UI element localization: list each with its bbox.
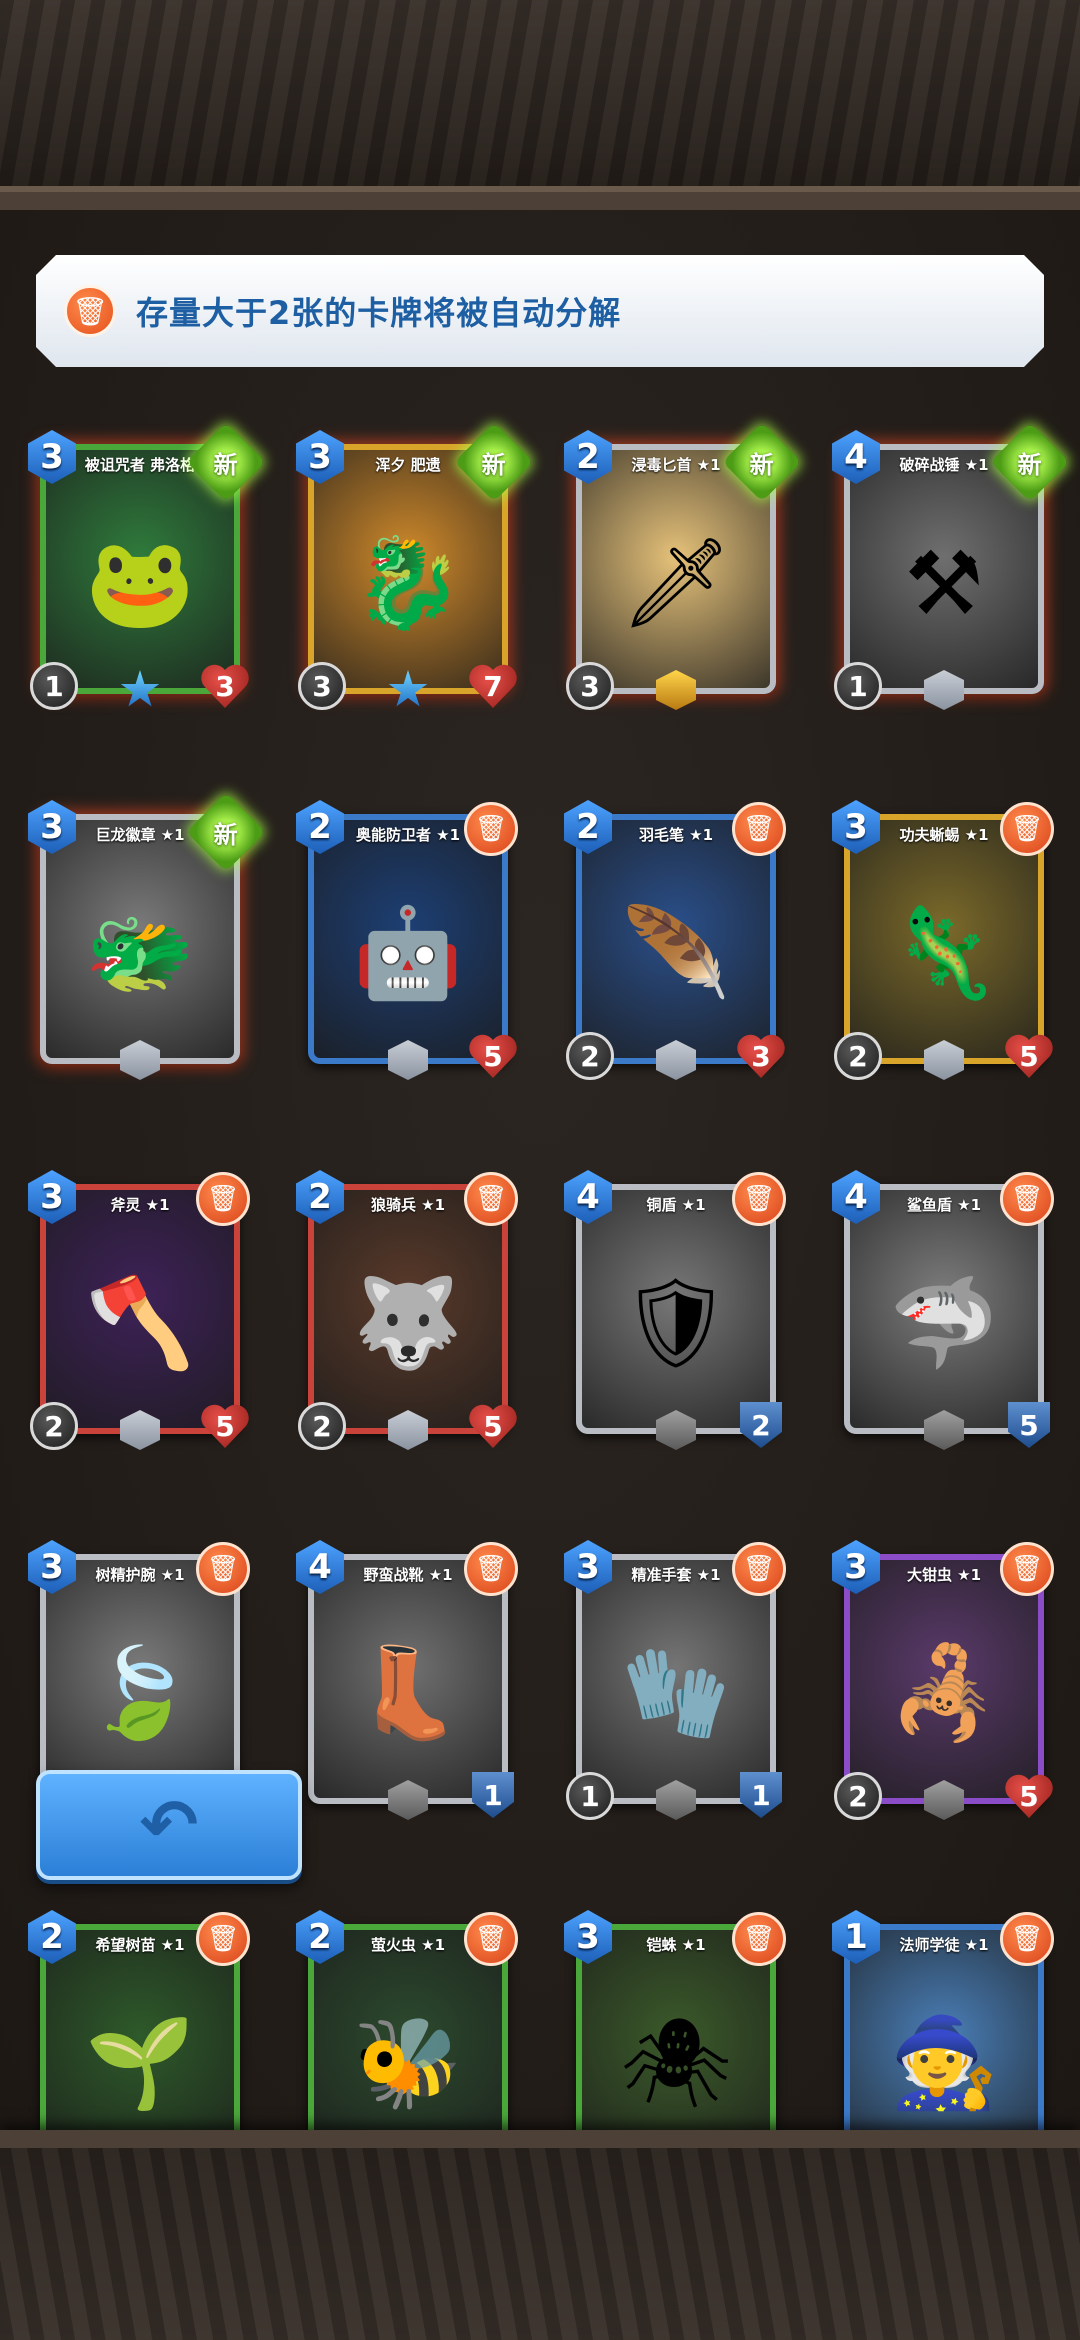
trash-icon[interactable]: 🗑	[464, 1912, 518, 1966]
trash-icon: 🗑	[64, 285, 116, 337]
new-badge-label: 新	[214, 820, 238, 849]
card-armor: 2	[740, 1402, 782, 1448]
card-art: 🤖	[353, 901, 463, 1004]
card-art: 🧙	[889, 2011, 999, 2114]
card-art: 🐺	[353, 1271, 463, 1374]
card-art: 🛡	[620, 1271, 732, 1374]
card[interactable]: 斧灵 ★1 🪓 3 🗑 2 5	[28, 1170, 250, 1450]
card-art: 🌱	[85, 2011, 195, 2114]
card-attack: 3	[566, 662, 614, 710]
card-art: 🦎	[889, 901, 999, 1004]
card-art: 🐉	[353, 531, 463, 634]
trash-icon[interactable]: 🗑	[196, 1912, 250, 1966]
top-wood-frame	[0, 0, 1080, 210]
card-armor: 1	[740, 1772, 782, 1818]
trash-icon[interactable]: 🗑	[464, 802, 518, 856]
card-art: 🕷	[620, 2011, 732, 2114]
card-armor: 1	[472, 1772, 514, 1818]
auto-decompose-notice: 🗑 存量大于2张的卡牌将被自动分解	[36, 255, 1044, 367]
back-button[interactable]: ↶	[36, 1770, 302, 1880]
trash-icon[interactable]: 🗑	[464, 1172, 518, 1226]
card-art: 🧤	[621, 1641, 731, 1744]
card[interactable]: 巨龙徽章 ★1 🐲 3 新	[28, 792, 266, 1080]
trash-icon[interactable]: 🗑	[196, 1542, 250, 1596]
card-attack: 2	[298, 1402, 346, 1450]
trash-icon[interactable]: 🗑	[732, 1542, 786, 1596]
trash-icon[interactable]: 🗑	[732, 1172, 786, 1226]
card-armor: 5	[1008, 1402, 1050, 1448]
card-attack: 2	[834, 1032, 882, 1080]
trash-icon[interactable]: 🗑	[196, 1172, 250, 1226]
card[interactable]: 铠蛛 ★1 🕷 3 🗑	[564, 1910, 786, 2130]
bottom-wood-frame	[0, 2130, 1080, 2340]
card[interactable]: 奥能防卫者 ★1 🤖 2 🗑 5	[296, 800, 518, 1080]
card[interactable]: 精准手套 ★1 🧤 3 🗑 1 1	[564, 1540, 786, 1820]
card[interactable]: 浸毒匕首 ★1 🗡 2 新 3	[564, 422, 802, 710]
card[interactable]: 功夫蜥蜴 ★1 🦎 3 🗑 2 5	[832, 800, 1054, 1080]
card[interactable]: 羽毛笔 ★1 🪶 2 🗑 2 3	[564, 800, 786, 1080]
card-attack: 1	[834, 662, 882, 710]
card[interactable]: 浑夕 肥遗 🐉 3 新 3 7	[296, 422, 534, 710]
card-art: 🐲	[85, 901, 195, 1004]
card-art: 👢	[353, 1641, 463, 1744]
card[interactable]: 破碎战锤 ★1 ⚒ 4 新 1	[832, 422, 1070, 710]
new-badge-label: 新	[214, 450, 238, 479]
card-art: 🐸	[85, 531, 195, 634]
card-attack: 1	[566, 1772, 614, 1820]
trash-icon[interactable]: 🗑	[1000, 1542, 1054, 1596]
new-badge-label: 新	[750, 450, 774, 479]
card-art: 🦈	[889, 1271, 999, 1374]
trash-icon[interactable]: 🗑	[732, 802, 786, 856]
card-attack: 2	[566, 1032, 614, 1080]
card-attack: 3	[298, 662, 346, 710]
trash-icon[interactable]: 🗑	[1000, 1912, 1054, 1966]
card-art: 🍃	[85, 1641, 195, 1744]
card-art: 🗡	[620, 531, 732, 634]
trash-icon[interactable]: 🗑	[464, 1542, 518, 1596]
card[interactable]: 铜盾 ★1 🛡 4 🗑 2	[564, 1170, 786, 1450]
new-badge-label: 新	[1018, 450, 1042, 479]
card[interactable]: 野蛮战靴 ★1 👢 4 🗑 1	[296, 1540, 518, 1820]
trash-icon[interactable]: 🗑	[1000, 802, 1054, 856]
card[interactable]: 鲨鱼盾 ★1 🦈 4 🗑 5	[832, 1170, 1054, 1450]
notice-text: 存量大于2张的卡牌将被自动分解	[136, 294, 622, 332]
new-badge-label: 新	[482, 450, 506, 479]
card-art: 🪶	[621, 901, 731, 1004]
card-art: 🦂	[889, 1641, 999, 1744]
card[interactable]: 大钳虫 ★1 🦂 3 🗑 2 5	[832, 1540, 1054, 1820]
card-attack: 2	[30, 1402, 78, 1450]
card[interactable]: 萤火虫 ★1 🐝 2 🗑	[296, 1910, 518, 2130]
card-attack: 1	[30, 662, 78, 710]
back-arrow-icon: ↶	[139, 1784, 199, 1866]
trash-icon[interactable]: 🗑	[1000, 1172, 1054, 1226]
card-attack: 2	[834, 1772, 882, 1820]
card[interactable]: 法师学徒 ★1 🧙 1 🗑	[832, 1910, 1054, 2130]
card[interactable]: 狼骑兵 ★1 🐺 2 🗑 2 5	[296, 1170, 518, 1450]
card-art: 🐝	[353, 2011, 463, 2114]
trash-icon[interactable]: 🗑	[732, 1912, 786, 1966]
card-art: 🪓	[85, 1271, 195, 1374]
card[interactable]: 被诅咒者 弗洛格 🐸 3 新 1 3	[28, 422, 266, 710]
card-art: ⚒	[904, 531, 984, 635]
card[interactable]: 希望树苗 ★1 🌱 2 🗑	[28, 1910, 250, 2130]
